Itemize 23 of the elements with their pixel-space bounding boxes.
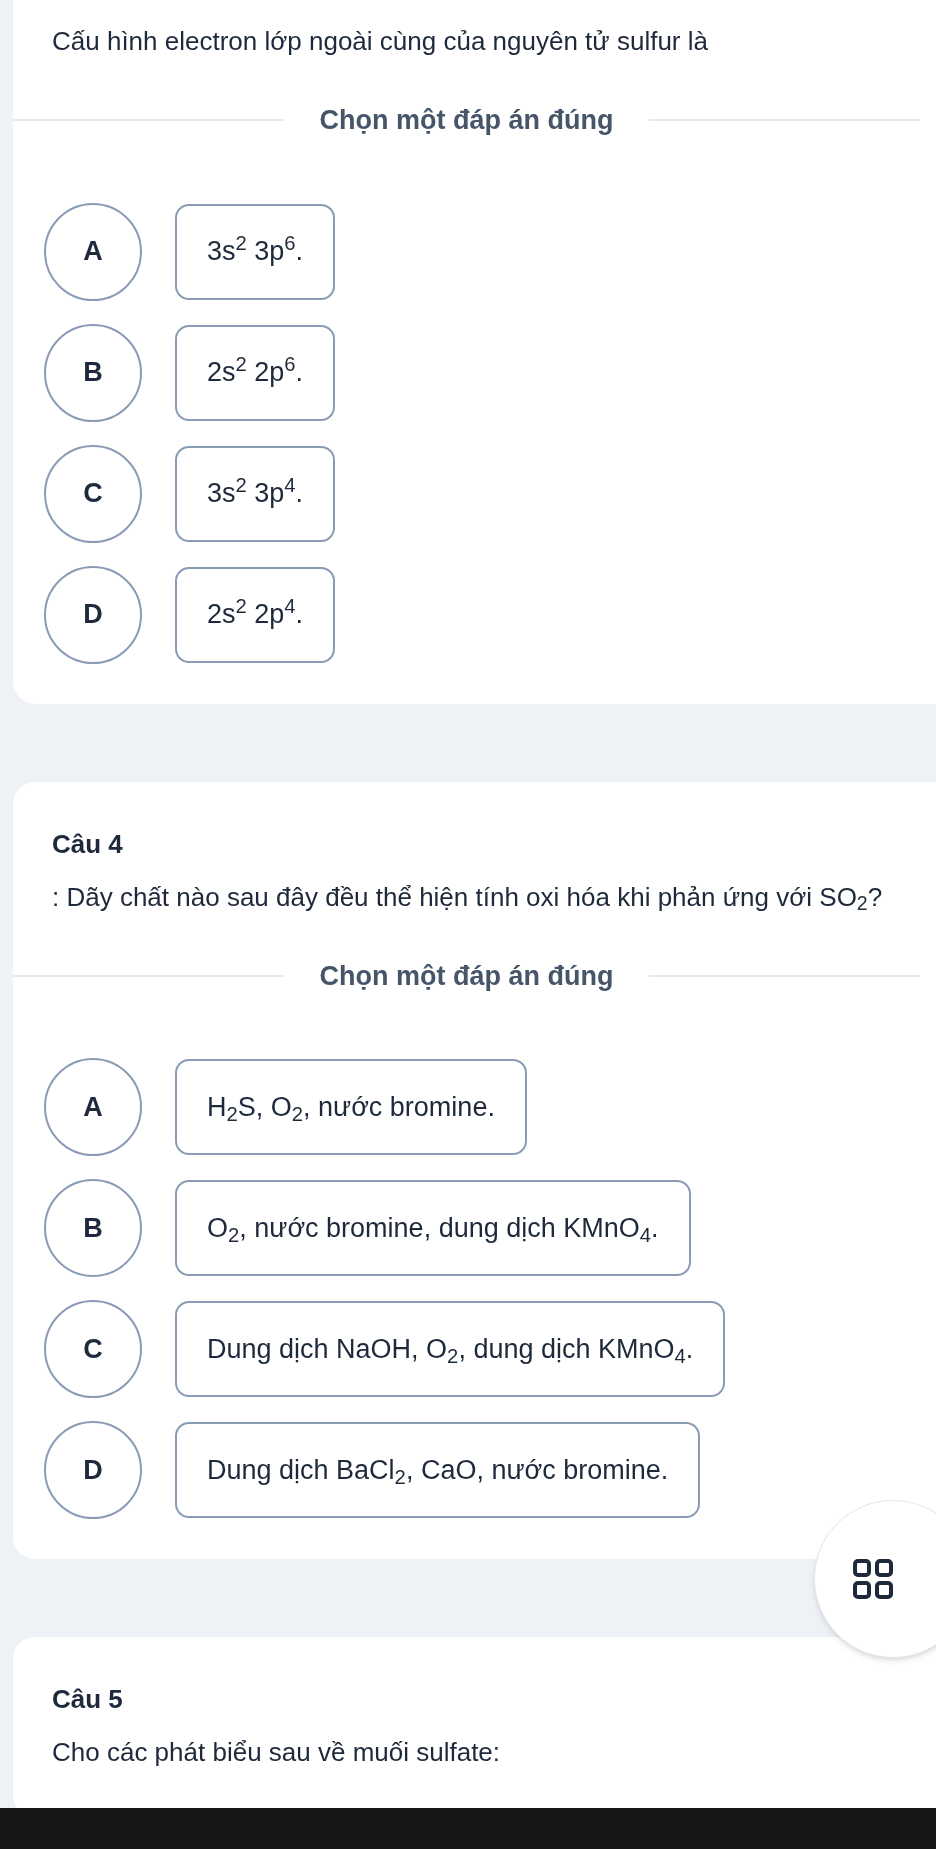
option-letter[interactable]: D [44, 1421, 142, 1519]
answer-option[interactable]: 2s$^{2}$ 2p$^{6}$. [175, 324, 336, 421]
option-letter[interactable]: A [44, 202, 142, 301]
option-letter[interactable]: A [44, 1058, 142, 1156]
option-letter[interactable]: C [44, 1300, 142, 1398]
question-number: Câu 5 [51, 1683, 124, 1716]
answer-option[interactable]: 2s$^{2}$ 2p$^{4}$. [175, 566, 336, 663]
answer-option[interactable]: O$_{2}$, nước bromine, dung dịch KMnO$_{4}$. [175, 1180, 691, 1276]
option-letter[interactable]: B [44, 1179, 142, 1277]
option-letter[interactable]: D [44, 565, 142, 664]
option-letter[interactable]: B [44, 323, 142, 422]
question-text: Cho các phát biểu sau về muối sulfate: [51, 1736, 502, 1769]
answer-option[interactable]: Dung dịch BaCl$_{2}$, CaO, nước bromine. [175, 1422, 701, 1518]
question-text: : Dãy chất nào sau đây đều thể hiện tính oxi hóa khi phản ứng với SO$_{2}$? [51, 880, 884, 917]
answer-option[interactable]: 3s$^{2}$ 3p$^{6}$. [175, 203, 336, 300]
question-text: Cấu hình electron lớp ngoài cùng của nguyên tử sulfur là [51, 25, 709, 58]
answer-option[interactable]: Dung dịch NaOH, O$_{2}$, dung dịch KMnO$_{4}$. [175, 1301, 726, 1397]
answer-option[interactable]: H$_{2}$S, O$_{2}$, nước bromine. [175, 1059, 527, 1155]
prompt-label: Chọn một đáp án đúng [318, 104, 615, 137]
question-number: Câu 4 [51, 827, 124, 861]
prompt-label: Chọn một đáp án đúng [318, 959, 615, 993]
answer-option[interactable]: 3s$^{2}$ 3p$^{4}$. [175, 445, 336, 542]
option-letter[interactable]: C [44, 444, 142, 543]
